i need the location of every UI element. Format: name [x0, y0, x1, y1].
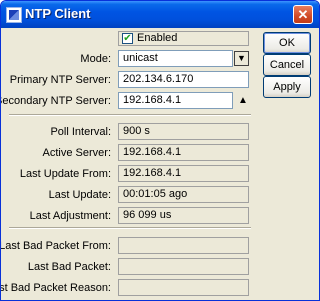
mode-select[interactable]: unicast	[118, 50, 233, 67]
enabled-checkbox-row[interactable]: ✔ Enabled	[118, 31, 249, 46]
last-update-from-value: 192.168.4.1	[118, 165, 249, 182]
apply-button[interactable]: Apply	[263, 76, 311, 98]
window-title: NTP Client	[25, 6, 91, 21]
last-update-from-label: Last Update From:	[19, 168, 111, 180]
last-bad-packet-label: Last Bad Packet:	[27, 261, 111, 273]
close-icon: ✕	[297, 7, 309, 22]
separator	[9, 227, 251, 229]
last-adjustment-value: 96 099 us	[118, 207, 249, 224]
enabled-checkbox[interactable]: ✔	[122, 33, 133, 44]
mode-label: Mode:	[80, 53, 111, 65]
primary-ntp-server-input[interactable]: 202.134.6.170	[118, 71, 249, 88]
last-update-label: Last Update:	[48, 189, 111, 201]
last-bad-packet-from-value	[118, 237, 249, 254]
last-bad-packet-reason-value	[118, 279, 249, 296]
collapse-arrow-icon[interactable]: ▲	[238, 95, 248, 106]
active-server-label: Active Server:	[42, 147, 111, 159]
poll-interval-label: Poll Interval:	[50, 126, 111, 138]
last-update-value: 00:01:05 ago	[118, 186, 249, 203]
app-icon	[6, 7, 22, 23]
last-bad-packet-from-label: Last Bad Packet From:	[0, 240, 111, 252]
close-button[interactable]: ✕	[293, 5, 313, 24]
ok-button[interactable]: OK	[263, 32, 311, 54]
cancel-button[interactable]: Cancel	[263, 54, 311, 76]
secondary-ntp-server-label: Secondary NTP Server:	[0, 95, 111, 107]
last-bad-packet-reason-label: Last Bad Packet Reason:	[1, 282, 111, 294]
mode-dropdown-button[interactable]: ▼	[234, 51, 249, 66]
checkmark-icon: ✔	[123, 33, 132, 44]
poll-interval-value: 900 s	[118, 123, 249, 140]
last-adjustment-label: Last Adjustment:	[29, 210, 111, 222]
chevron-down-icon: ▼	[237, 53, 246, 63]
secondary-ntp-server-input[interactable]: 192.168.4.1	[118, 92, 233, 109]
primary-ntp-server-label: Primary NTP Server:	[9, 74, 111, 86]
separator	[9, 114, 251, 116]
title-bar[interactable]: NTP Client ✕	[1, 1, 319, 28]
ntp-client-window: NTP Client ✕ ✔ Enabled Mode: unicast ▼ P…	[0, 0, 320, 301]
enabled-label: Enabled	[137, 32, 178, 44]
active-server-value: 192.168.4.1	[118, 144, 249, 161]
last-bad-packet-value	[118, 258, 249, 275]
